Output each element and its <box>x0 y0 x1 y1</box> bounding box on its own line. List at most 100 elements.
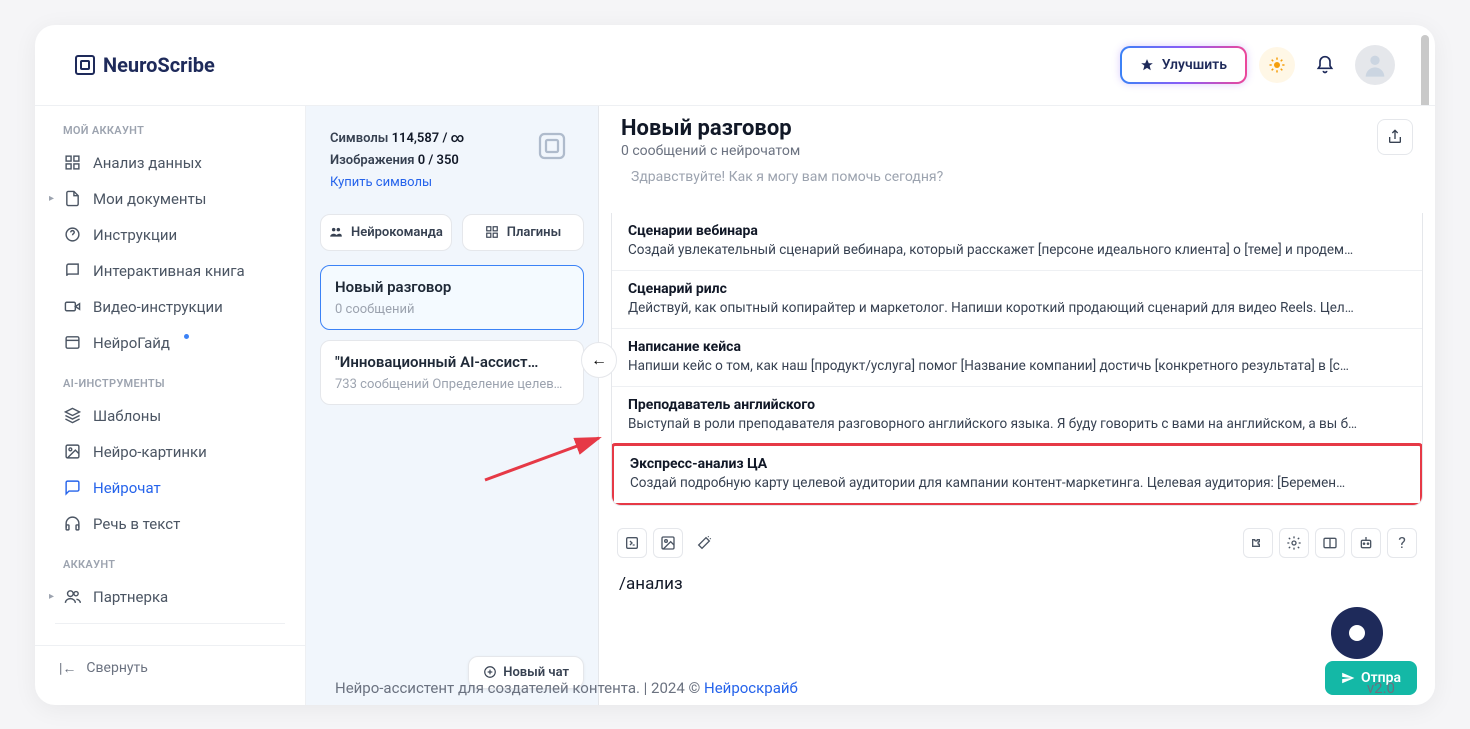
chat-list-panel: Символы 114,587 / ∞ Изображения 0 / 350 … <box>306 106 598 705</box>
chat-card[interactable]: Новый разговор 0 сообщений <box>320 265 584 330</box>
grid-icon <box>64 154 81 171</box>
logo-icon <box>75 55 95 75</box>
collapse-sidebar-button[interactable]: |← Свернуть <box>35 645 305 691</box>
template-item[interactable]: Экспресс-анализ ЦАСоздай подробную карту… <box>611 443 1423 506</box>
sidebar-item-label: Анализ данных <box>93 154 202 172</box>
plugins-icon <box>485 225 499 239</box>
settings-button[interactable] <box>1279 528 1309 558</box>
sidebar-item-label: Видео-инструкции <box>93 298 223 316</box>
collapse-chatlist-button[interactable]: ← <box>581 342 617 378</box>
template-item[interactable]: Написание кейсаНапиши кейс о том, как на… <box>612 328 1422 386</box>
sidebar-item-label: Речь в текст <box>93 515 180 533</box>
notification-dot <box>184 334 189 339</box>
sidebar-item-партнерка[interactable]: ▸Партнерка <box>35 579 305 615</box>
share-button[interactable] <box>1377 119 1413 155</box>
book-icon <box>64 262 81 279</box>
layers-icon <box>64 407 81 424</box>
logo[interactable]: NeuroScribe <box>75 53 215 77</box>
sidebar-item-инструкции[interactable]: Инструкции <box>35 217 305 253</box>
chat-bubble-icon <box>1345 621 1369 645</box>
image-icon <box>660 535 676 551</box>
gear-icon <box>1286 535 1302 551</box>
sun-icon <box>1268 56 1286 74</box>
sidebar-item-label: Нейрочат <box>93 479 161 497</box>
model-button[interactable] <box>1351 528 1381 558</box>
sidebar-item-анализ-данных[interactable]: Анализ данных <box>35 145 305 181</box>
help-button[interactable]: ? <box>1387 528 1417 558</box>
chat-card[interactable]: "Инновационный AI-ассист…733 сообщений О… <box>320 340 584 405</box>
plugins-button[interactable]: Плагины <box>462 214 584 251</box>
collapse-icon: |← <box>59 660 76 677</box>
plugins-label: Плагины <box>507 225 561 240</box>
chat-bubble-button[interactable] <box>1331 607 1383 659</box>
chat-card-subtitle: 0 сообщений <box>335 302 569 317</box>
section-title-tools: AI-ИНСТРУМЕНТЫ <box>35 373 305 398</box>
conversation-title: Новый разговор <box>621 116 800 141</box>
sidebar-item-нейрогайд[interactable]: НейроГайд <box>35 325 305 361</box>
upgrade-button[interactable]: Улучшить <box>1120 46 1247 84</box>
magic-button[interactable] <box>689 528 719 558</box>
attach-image-button[interactable] <box>653 528 683 558</box>
extension-button[interactable] <box>1243 528 1273 558</box>
sidebar-item-label: Интерактивная книга <box>93 262 245 280</box>
help-icon <box>64 226 81 243</box>
bell-icon <box>1315 55 1335 75</box>
columns-icon <box>1322 535 1338 551</box>
video-icon <box>64 298 81 315</box>
chat-input[interactable] <box>615 568 1419 600</box>
neuroteam-label: Нейрокоманда <box>351 225 443 240</box>
chat-icon <box>64 479 81 496</box>
avatar-icon <box>1361 51 1389 79</box>
images-label: Изображения <box>330 153 414 168</box>
sidebar-item-видео-инструкции[interactable]: Видео-инструкции <box>35 289 305 325</box>
sidebar-item-мои-документы[interactable]: ▸Мои документы <box>35 181 305 217</box>
plus-circle-icon <box>483 665 497 679</box>
prompt-library-button[interactable] <box>617 528 647 558</box>
sidebar-item-label: Шаблоны <box>93 407 161 425</box>
template-description: Выступай в роли преподавателя разговорно… <box>628 416 1406 432</box>
template-title: Сценарии вебинара <box>628 223 1406 239</box>
new-chat-label: Новый чат <box>503 665 569 680</box>
neuroteam-button[interactable]: Нейрокоманда <box>320 214 452 251</box>
prompts-icon <box>624 535 640 551</box>
template-item[interactable]: Преподаватель английского Выступай в роли… <box>612 386 1422 444</box>
template-title: Преподаватель английского <box>628 397 1406 413</box>
sidebar-item-label: НейроГайд <box>93 334 170 352</box>
notifications-button[interactable] <box>1307 47 1343 83</box>
template-item[interactable]: Сценарий рилс Действуй, как опытный копир… <box>612 270 1422 328</box>
upgrade-label: Улучшить <box>1162 57 1227 73</box>
doc-icon <box>64 190 81 207</box>
sidebar-item-нейрочат[interactable]: Нейрочат <box>35 470 305 506</box>
sidebar-item-label: Инструкции <box>93 226 177 244</box>
buy-symbols-link[interactable]: Купить символы <box>330 172 464 194</box>
template-description: Действуй, как опытный копирайтер и марке… <box>628 300 1406 316</box>
sidebar-item-label: Мои документы <box>93 190 206 208</box>
template-title: Сценарий рилс <box>628 281 1406 297</box>
theme-toggle[interactable] <box>1259 47 1295 83</box>
share-icon <box>1387 129 1403 145</box>
conversation-panel: ← Новый разговор 0 сообщений с нейрочато… <box>598 106 1435 705</box>
section-title-account: МОЙ АККАУНТ <box>35 120 305 145</box>
users-icon <box>64 588 81 605</box>
sidebar-item-речь-в-текст[interactable]: Речь в текст <box>35 506 305 542</box>
puzzle-icon <box>1250 535 1266 551</box>
sidebar-item-шаблоны[interactable]: Шаблоны <box>35 398 305 434</box>
image-icon <box>64 443 81 460</box>
robot-icon <box>1358 535 1374 551</box>
symbols-value: 114,587 / ∞ <box>392 131 465 146</box>
chat-card-title: Новый разговор <box>335 278 569 296</box>
symbols-label: Символы <box>330 131 388 146</box>
conversation-subtitle: 0 сообщений с нейрочатом <box>621 143 800 159</box>
brand-name: NeuroScribe <box>103 53 215 77</box>
sidebar-item-интерактивная-книга[interactable]: Интерактивная книга <box>35 253 305 289</box>
footer-text: Нейро-ассистент для создателей контента.… <box>335 679 704 697</box>
templates-list: Сценарии вебинараСоздай увлекательный сц… <box>611 213 1423 506</box>
user-avatar[interactable] <box>1355 45 1395 85</box>
headphones-icon <box>64 515 81 532</box>
layout-button[interactable] <box>1315 528 1345 558</box>
template-item[interactable]: Сценарии вебинараСоздай увлекательный сц… <box>612 213 1422 270</box>
sidebar-item-нейро-картинки[interactable]: Нейро-картинки <box>35 434 305 470</box>
template-title: Экспресс-анализ ЦА <box>630 456 1404 472</box>
footer-link[interactable]: Нейроскрайб <box>704 679 798 697</box>
sidebar-item-label: Нейро-картинки <box>93 443 207 461</box>
